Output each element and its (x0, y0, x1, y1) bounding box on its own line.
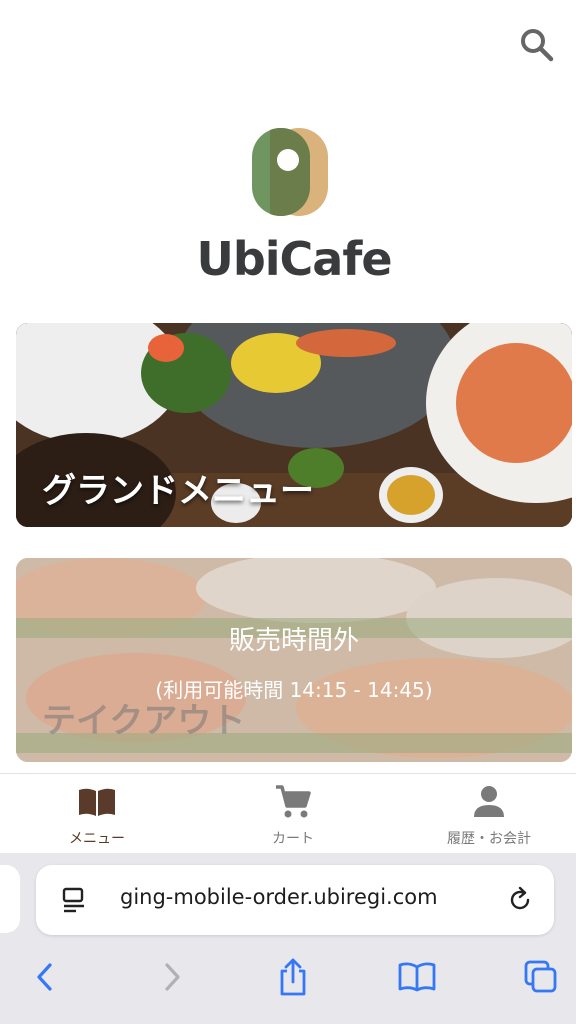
browser-nav-bar (0, 955, 576, 999)
back-button[interactable] (20, 955, 70, 999)
cart-icon (276, 785, 311, 818)
app-logo: UbiCafe (184, 124, 404, 292)
tab-cart[interactable]: カート (218, 784, 368, 848)
search-button[interactable] (518, 26, 556, 64)
tabs-button[interactable] (516, 955, 566, 999)
tab-cart-label: カート (272, 831, 314, 847)
search-icon (521, 29, 554, 62)
status-text: 販売時間外 (228, 626, 359, 656)
chevron-left-icon (37, 963, 52, 991)
tabs-icon (524, 960, 557, 993)
tab-history[interactable]: 履歴・お会計 (414, 784, 564, 848)
tab-history-label: 履歴・お会計 (447, 831, 531, 847)
previous-tab-pill[interactable] (0, 865, 20, 933)
share-button[interactable] (268, 955, 318, 999)
grand-menu-label: グランドメニュー (42, 471, 314, 511)
takeout-card[interactable]: テイクアウト 販売時間外 (利用可能時間 14:15 - 14:45) (16, 558, 572, 762)
logo-mark-icon (252, 127, 328, 217)
logo-text: UbiCafe (196, 232, 392, 286)
address-bar[interactable]: ging-mobile-order.ubiregi.com (36, 865, 554, 935)
grand-menu-card[interactable]: グランドメニュー (16, 323, 572, 527)
forward-button[interactable] (147, 955, 197, 999)
reload-icon[interactable] (506, 886, 534, 914)
page-menu-icon[interactable] (60, 885, 90, 915)
available-hours: (利用可能時間 14:15 - 14:45) (155, 678, 433, 702)
browser-toolbar: ging-mobile-order.ubiregi.com (0, 853, 576, 1024)
bottom-tab-bar: メニュー カート 履歴・お会計 (0, 773, 576, 854)
open-book-icon (398, 962, 436, 992)
person-icon (474, 786, 504, 817)
url-text: ging-mobile-order.ubiregi.com (120, 885, 438, 909)
book-icon (79, 788, 115, 816)
tab-menu-label: メニュー (69, 831, 125, 847)
chevron-right-icon (165, 963, 180, 991)
tab-menu[interactable]: メニュー (22, 784, 172, 848)
share-icon (280, 958, 306, 996)
bookmarks-button[interactable] (392, 955, 442, 999)
